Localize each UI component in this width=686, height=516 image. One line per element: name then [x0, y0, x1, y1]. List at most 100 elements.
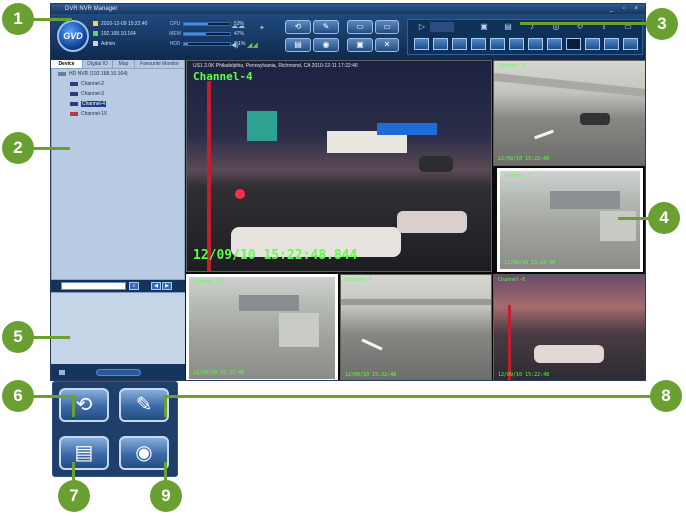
car-shape	[580, 113, 610, 125]
tile-timestamp: 12/09/10 15:22:48	[498, 372, 550, 378]
traffic-pole	[508, 305, 511, 380]
callout-line	[32, 147, 70, 150]
volume-icon: ◢◢	[247, 42, 258, 49]
traffic-pole	[207, 81, 211, 271]
close-all-button[interactable]: ✕	[375, 38, 399, 52]
main-video-view[interactable]: US1 2.0K Philadelphia, Pennsylvania, Ric…	[186, 60, 492, 272]
tree-channel[interactable]: Channel-15	[70, 111, 107, 118]
callout-7: 7	[58, 480, 90, 512]
live-view-button[interactable]: ◉	[313, 38, 339, 52]
callout-3: 3	[646, 8, 678, 40]
video-tile-highlighted[interactable]: Channel-3 12/09/10 15:22:48	[497, 168, 643, 272]
setup-button-zoomed[interactable]: ✎	[119, 388, 169, 422]
sidebar-footer	[51, 364, 185, 380]
tab-favourite-monitor[interactable]: Favourite Monitor	[135, 60, 185, 68]
live-view-button-zoomed[interactable]: ◉	[119, 436, 169, 470]
layout-1-button[interactable]	[414, 38, 429, 50]
tab-digital-io[interactable]: Digital IO	[83, 60, 113, 68]
tab-device[interactable]: Device	[51, 60, 83, 68]
layout-16-button[interactable]	[547, 38, 562, 50]
prev-button[interactable]: ◀	[151, 282, 161, 290]
app-logo: GVD	[57, 20, 89, 52]
main-channel-label: Channel-4	[193, 70, 253, 83]
tree-channel[interactable]: Channel-2	[70, 81, 104, 88]
callout-5: 5	[2, 321, 34, 353]
callout-line	[32, 395, 74, 398]
callout-line	[32, 336, 70, 339]
disk-fill	[184, 43, 188, 45]
callout-6: 6	[2, 380, 34, 412]
grid-icon[interactable]	[59, 370, 65, 375]
video-tile[interactable]: Channel-2 12/09/10 15:22:48	[493, 60, 645, 166]
layout-10-button[interactable]	[509, 38, 524, 50]
tree-root[interactable]: HD NVR (192.168.10.164)	[58, 71, 128, 78]
callout-2: 2	[2, 132, 34, 164]
car-shape	[397, 211, 467, 233]
ptz-slider[interactable]	[430, 22, 454, 32]
user-icon	[93, 41, 98, 47]
status-user: Admin	[93, 39, 115, 49]
callout-8: 8	[650, 380, 682, 412]
link-icon: ✦	[259, 25, 265, 32]
sequence-icon[interactable]: ▤	[500, 22, 516, 32]
sidebar-tabs: Device Digital IO Map Favourite Monitor	[51, 60, 185, 68]
lane-arrow	[361, 338, 383, 351]
footer-toggle[interactable]	[96, 369, 141, 376]
callout-line	[32, 18, 72, 21]
callout-line	[164, 395, 654, 398]
setup-button[interactable]: ✎	[313, 20, 339, 34]
cpu-fill	[184, 23, 209, 25]
log-button-zoomed[interactable]: ▤	[59, 436, 109, 470]
memory-meter: MEM 47%	[169, 31, 245, 37]
top-toolbar: GVD 2010-12-09 15:22:40 192.168.10.164 A…	[51, 14, 645, 60]
video-tile-highlighted[interactable]: Channel-15 12/09/10 15:22:48	[186, 274, 338, 380]
tile-channel-label: Channel-15	[193, 279, 224, 285]
tile-channel-label: Channel-2	[498, 63, 526, 69]
record-button[interactable]: ▭	[347, 20, 373, 34]
building-shape	[550, 191, 620, 209]
video-tile[interactable]: Channel-6 12/09/10 15:22:48	[493, 274, 645, 380]
layout-8-button[interactable]	[471, 38, 486, 50]
video-tile[interactable]: Channel-5 12/09/10 15:22:48	[340, 274, 492, 380]
speaker-icon: ◀)	[231, 42, 239, 49]
road-edge	[494, 72, 645, 98]
layout-custom-button[interactable]	[566, 38, 581, 50]
layout-13-button[interactable]	[528, 38, 543, 50]
pickup-truck	[534, 345, 604, 363]
camera-offline-icon	[70, 111, 78, 116]
playback-button[interactable]: ⟲	[285, 20, 311, 34]
cloud-icon: ☁☁	[231, 23, 245, 30]
memory-fill	[184, 33, 206, 35]
tree-channel-selected[interactable]: Channel-4	[70, 101, 107, 108]
main-timestamp: 12/09/10 15:22:48.844	[193, 248, 358, 263]
layout-9-button[interactable]	[490, 38, 505, 50]
layout-25-button[interactable]	[585, 38, 600, 50]
road-edge	[341, 299, 491, 305]
search-button[interactable]: ⌕	[129, 282, 139, 290]
ptz-icon[interactable]: ▷	[414, 22, 430, 32]
nvr-icon	[58, 71, 66, 76]
tile-timestamp: 12/09/10 15:22:48	[504, 260, 556, 266]
tile-channel-label: Channel-5	[345, 277, 373, 283]
callout-9: 9	[150, 480, 182, 512]
window-controls[interactable]: _ ▫ ×	[610, 4, 642, 14]
status-datetime: 2010-12-09 15:22:40	[93, 19, 147, 29]
layout-4-button[interactable]	[433, 38, 448, 50]
playback-button-zoomed[interactable]: ⟲	[59, 388, 109, 422]
camera-icon	[70, 81, 78, 86]
gas-station-sign	[247, 111, 277, 141]
snapshot-button[interactable]: ▣	[347, 38, 373, 52]
record-all-button[interactable]: ▭	[375, 20, 399, 34]
layout-more-button[interactable]	[623, 38, 638, 50]
layout-36-button[interactable]	[604, 38, 619, 50]
next-button[interactable]: ▶	[162, 282, 172, 290]
log-button[interactable]: ▤	[285, 38, 311, 52]
tab-map[interactable]: Map	[113, 60, 135, 68]
tree-channel[interactable]: Channel-3	[70, 91, 104, 98]
annotated-screenshot: DVR NVR Manager _ ▫ × GVD 2010-12-09 15:…	[0, 0, 686, 516]
search-input[interactable]	[61, 282, 126, 290]
parked-car	[419, 156, 453, 172]
fullscreen-icon[interactable]: ▣	[476, 22, 492, 32]
layout-6-button[interactable]	[452, 38, 467, 50]
device-tree: HD NVR (192.168.10.164) Channel-2 Channe…	[51, 68, 185, 280]
